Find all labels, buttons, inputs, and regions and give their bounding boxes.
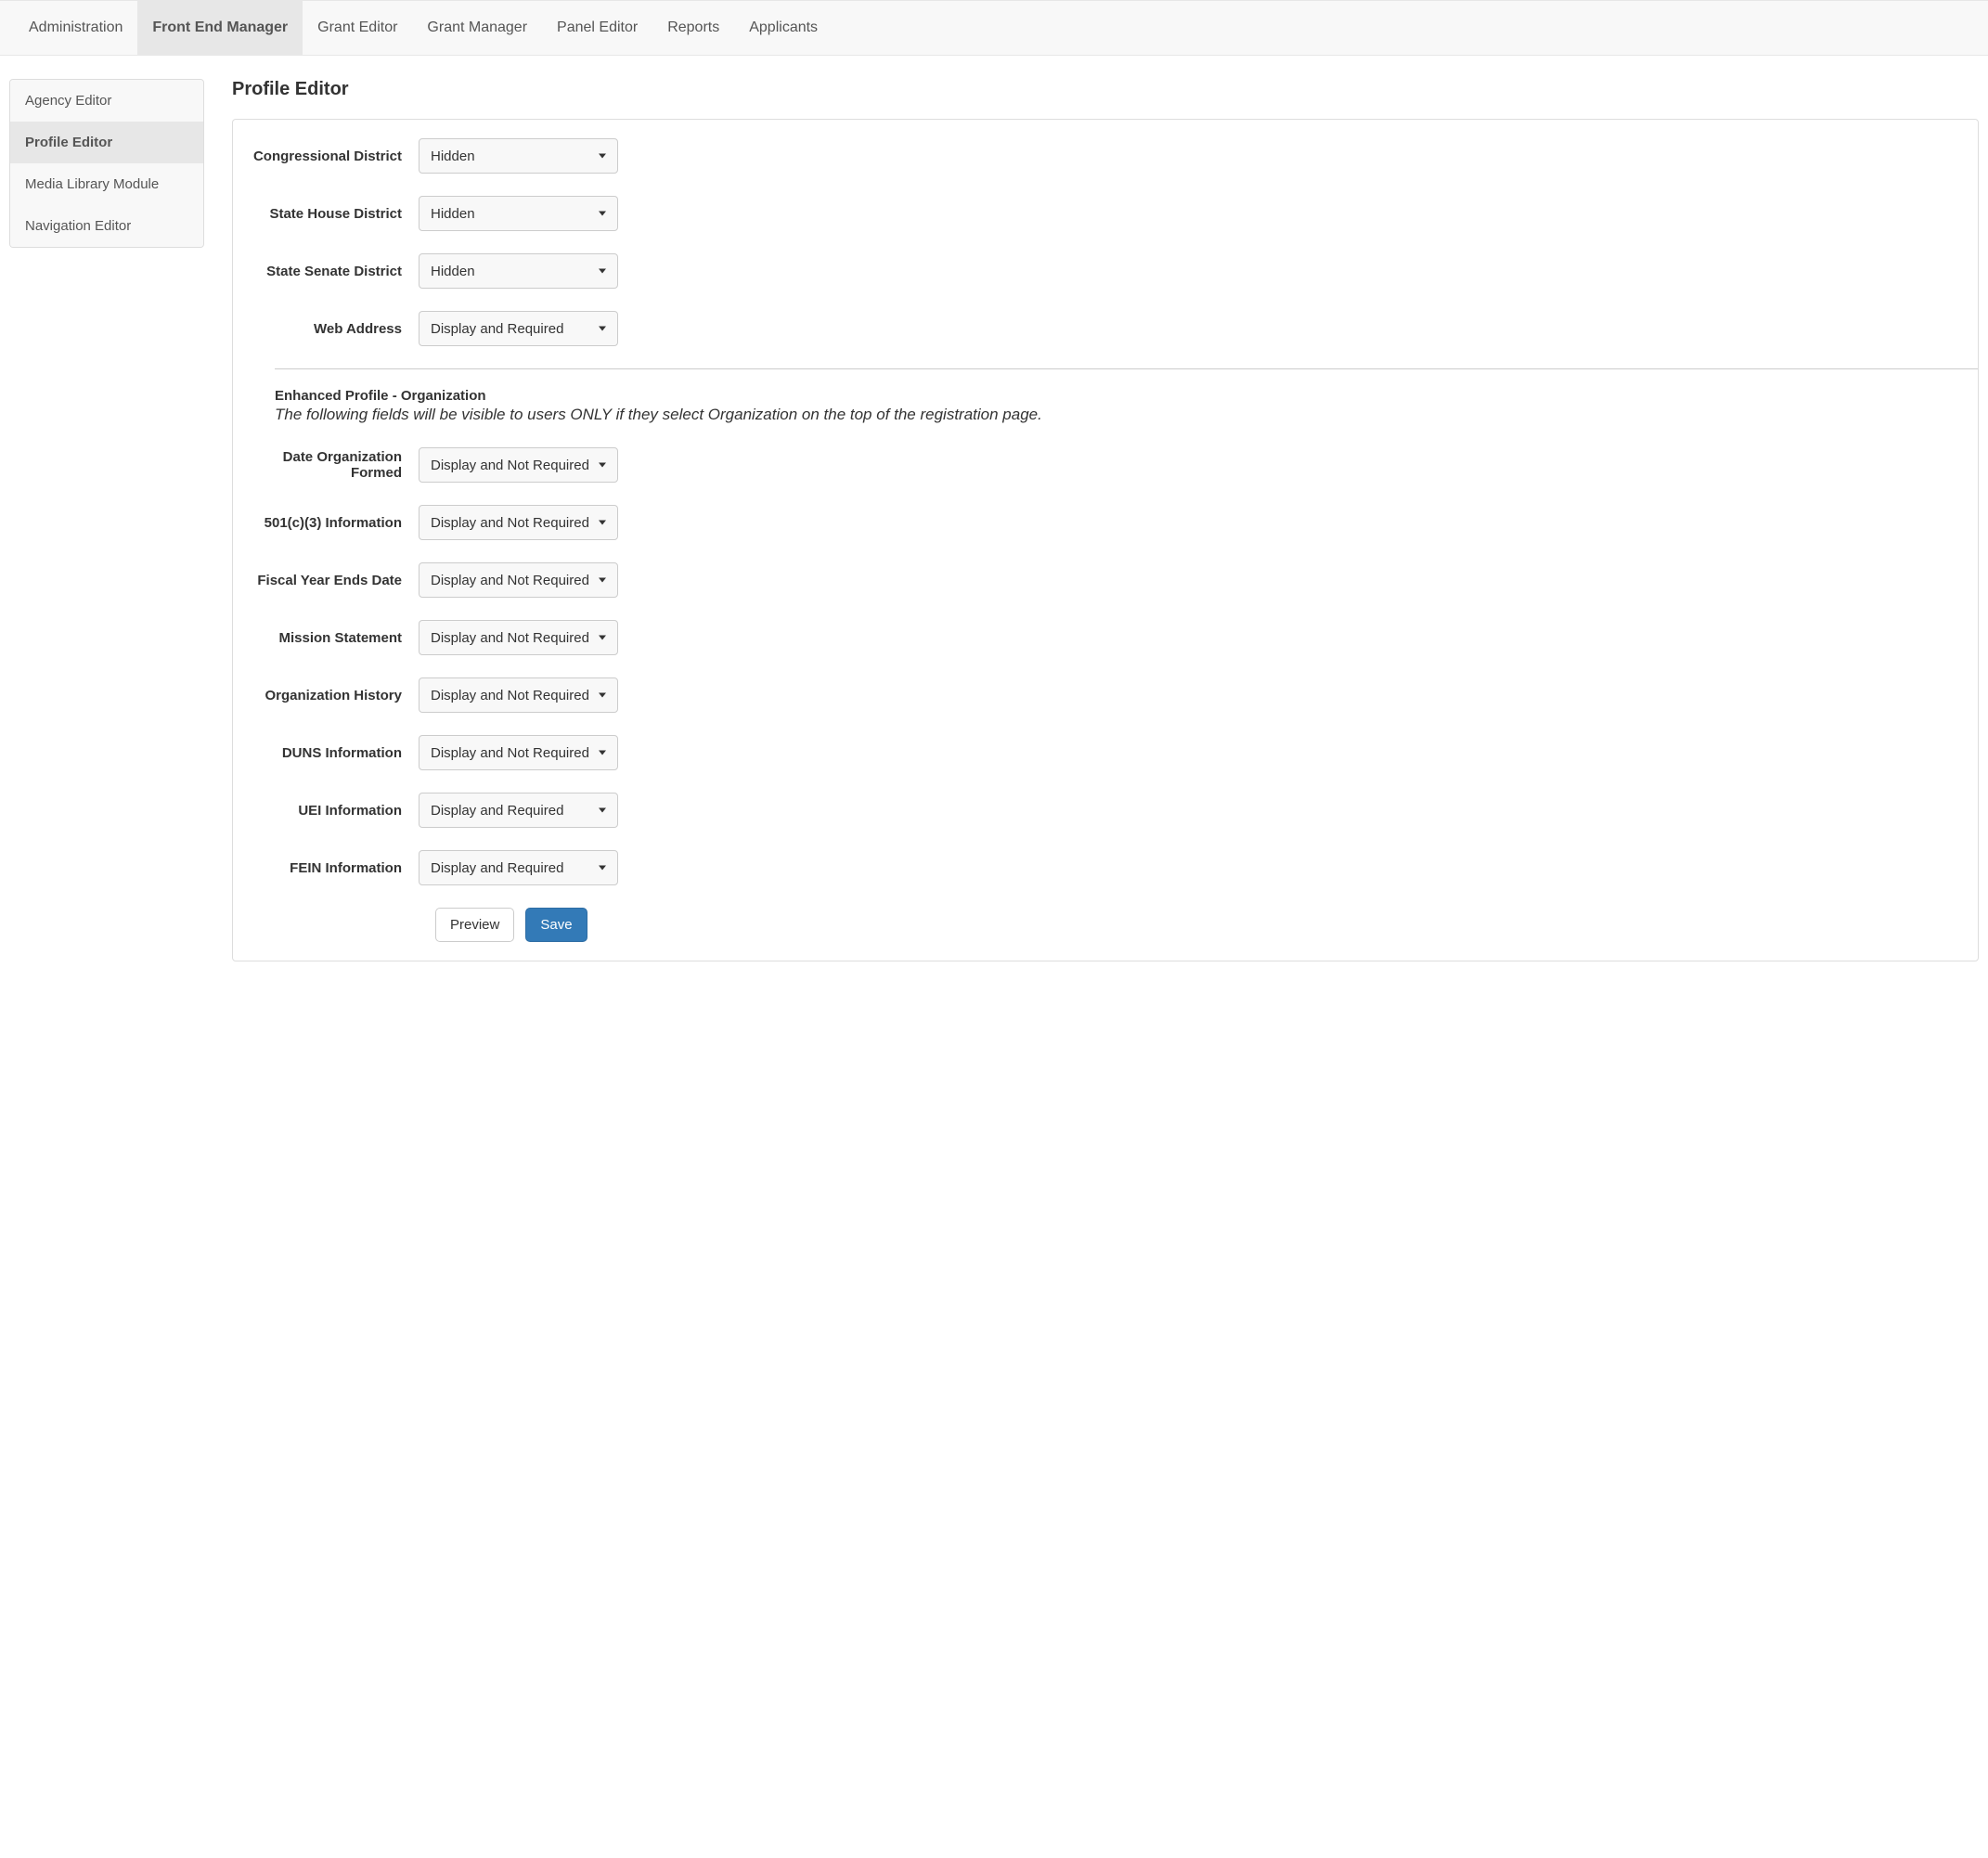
- preview-button[interactable]: Preview: [435, 908, 514, 942]
- label-501c3-information: 501(c)(3) Information: [252, 515, 419, 531]
- select-state-house-district[interactable]: Hidden: [419, 196, 618, 231]
- section-description: The following fields will be visible to …: [275, 406, 1959, 424]
- label-fiscal-year-ends-date: Fiscal Year Ends Date: [252, 573, 419, 588]
- select-web-address[interactable]: Display and Required: [419, 311, 618, 346]
- select-value: Hidden: [431, 206, 475, 222]
- select-value: Display and Not Required: [431, 458, 589, 473]
- nav-grant-manager[interactable]: Grant Manager: [412, 1, 542, 55]
- nav-grant-editor[interactable]: Grant Editor: [303, 1, 412, 55]
- select-value: Display and Not Required: [431, 745, 589, 761]
- select-state-senate-district[interactable]: Hidden: [419, 253, 618, 289]
- caret-down-icon: [599, 751, 606, 755]
- select-value: Hidden: [431, 264, 475, 279]
- sidebar: Agency Editor Profile Editor Media Libra…: [9, 79, 204, 961]
- select-value: Display and Not Required: [431, 630, 589, 646]
- profile-editor-panel: Congressional District Hidden State Hous…: [232, 119, 1979, 961]
- select-value: Display and Required: [431, 860, 563, 876]
- select-fiscal-year-ends-date[interactable]: Display and Not Required: [419, 562, 618, 598]
- label-web-address: Web Address: [252, 321, 419, 337]
- caret-down-icon: [599, 808, 606, 813]
- label-mission-statement: Mission Statement: [252, 630, 419, 646]
- top-nav: Administration Front End Manager Grant E…: [0, 0, 1988, 56]
- select-date-organization-formed[interactable]: Display and Not Required: [419, 447, 618, 483]
- section-divider: [275, 368, 1978, 369]
- select-value: Display and Required: [431, 321, 563, 337]
- page-title: Profile Editor: [232, 79, 1979, 100]
- caret-down-icon: [599, 154, 606, 159]
- label-fein-information: FEIN Information: [252, 860, 419, 876]
- section-title: Enhanced Profile - Organization: [275, 388, 1959, 404]
- select-501c3-information[interactable]: Display and Not Required: [419, 505, 618, 540]
- label-state-senate-district: State Senate District: [252, 264, 419, 279]
- select-value: Display and Not Required: [431, 515, 589, 531]
- label-congressional-district: Congressional District: [252, 148, 419, 164]
- select-value: Hidden: [431, 148, 475, 164]
- caret-down-icon: [599, 521, 606, 525]
- sidebar-item-agency-editor[interactable]: Agency Editor: [10, 80, 203, 122]
- select-organization-history[interactable]: Display and Not Required: [419, 677, 618, 713]
- main-content: Profile Editor Congressional District Hi…: [232, 79, 1979, 961]
- nav-applicants[interactable]: Applicants: [734, 1, 833, 55]
- caret-down-icon: [599, 463, 606, 468]
- sidebar-item-media-library-module[interactable]: Media Library Module: [10, 163, 203, 205]
- select-duns-information[interactable]: Display and Not Required: [419, 735, 618, 770]
- nav-administration[interactable]: Administration: [14, 1, 137, 55]
- select-mission-statement[interactable]: Display and Not Required: [419, 620, 618, 655]
- caret-down-icon: [599, 578, 606, 583]
- caret-down-icon: [599, 269, 606, 274]
- nav-panel-editor[interactable]: Panel Editor: [542, 1, 652, 55]
- caret-down-icon: [599, 636, 606, 640]
- sidebar-item-profile-editor[interactable]: Profile Editor: [10, 122, 203, 163]
- nav-reports[interactable]: Reports: [652, 1, 734, 55]
- select-fein-information[interactable]: Display and Required: [419, 850, 618, 885]
- label-uei-information: UEI Information: [252, 803, 419, 819]
- caret-down-icon: [599, 866, 606, 871]
- label-duns-information: DUNS Information: [252, 745, 419, 761]
- caret-down-icon: [599, 327, 606, 331]
- save-button[interactable]: Save: [525, 908, 587, 942]
- select-value: Display and Not Required: [431, 573, 589, 588]
- select-value: Display and Required: [431, 803, 563, 819]
- section-header: Enhanced Profile - Organization The foll…: [233, 388, 1978, 424]
- select-uei-information[interactable]: Display and Required: [419, 793, 618, 828]
- nav-front-end-manager[interactable]: Front End Manager: [137, 1, 303, 55]
- caret-down-icon: [599, 693, 606, 698]
- caret-down-icon: [599, 212, 606, 216]
- label-date-organization-formed: Date Organization Formed: [252, 449, 419, 481]
- label-organization-history: Organization History: [252, 688, 419, 703]
- select-value: Display and Not Required: [431, 688, 589, 703]
- label-state-house-district: State House District: [252, 206, 419, 222]
- select-congressional-district[interactable]: Hidden: [419, 138, 618, 174]
- sidebar-item-navigation-editor[interactable]: Navigation Editor: [10, 205, 203, 247]
